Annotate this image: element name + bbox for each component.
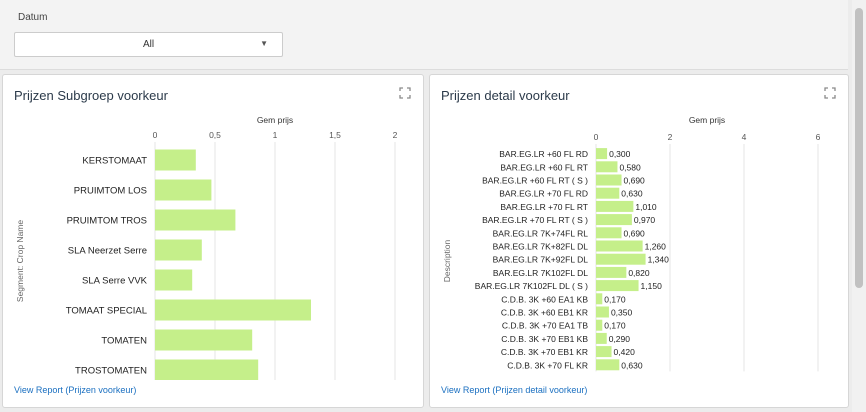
data-label: 0,170 [604,294,626,304]
filter-bar: Datum All ▼ [0,0,848,70]
category-label: BAR.EG.LR +60 FL RD [499,149,588,159]
bar [596,148,608,160]
x-tick-label: 4 [742,132,747,142]
datum-select-value: All [142,39,155,50]
category-label: C.D.B. 3K +70 EB1 KR [501,347,588,357]
category-label: SLA Neerzet Serre [68,246,147,257]
bar [596,214,632,226]
x-tick-label: 1 [273,130,278,140]
category-label: BAR.EG.LR 7K102FL DL ( S ) [475,281,588,291]
bar [155,239,202,261]
category-label: C.D.B. 3K +60 EB1 KR [501,308,588,318]
bar [155,359,259,380]
bar [155,329,253,351]
bar [155,149,196,171]
bar [596,253,646,265]
data-label: 0,690 [624,228,646,238]
data-label: 0,350 [611,308,633,318]
bar [596,306,609,318]
data-label: 0,170 [604,321,626,331]
page-scrollbar[interactable] [852,0,866,412]
data-label: 0,580 [619,162,641,172]
data-label: 1,340 [648,255,670,265]
data-label: 0,820 [628,268,650,278]
bar [596,174,622,186]
data-label: 0,690 [624,176,646,186]
bar [155,179,212,201]
datum-select[interactable]: All ▼ [14,32,283,57]
category-label: BAR.EG.LR +70 FL RT [500,202,588,212]
scrollbar-thumb[interactable] [855,8,863,288]
category-label: C.D.B. 3K +60 EA1 KB [501,294,588,304]
bar [596,293,603,305]
data-label: 0,420 [614,347,636,357]
bar [155,209,236,231]
category-label: PRUIMTOM TROS [67,216,147,227]
y-axis-label: Description [442,239,452,282]
bar [596,187,620,199]
category-label: TOMAAT SPECIAL [66,306,147,317]
category-label: BAR.EG.LR +70 FL RD [499,189,588,199]
bar [596,332,607,344]
category-label: KERSTOMAAT [82,156,147,167]
bar [596,227,622,239]
category-label: TOMATEN [101,336,147,347]
view-report-link[interactable]: View Report (Prijzen detail voorkeur) [441,385,587,395]
x-tick-label: 2 [668,132,673,142]
bar [155,269,193,291]
x-tick-label: 0 [153,130,158,140]
category-label: BAR.EG.LR +60 FL RT ( S ) [482,176,588,186]
category-label: PRUIMTOM LOS [74,186,147,197]
data-label: 0,630 [621,189,643,199]
bar [155,299,311,321]
x-tick-label: 2 [393,130,398,140]
bar [596,359,620,371]
x-tick-label: 1,5 [329,130,341,140]
x-tick-label: 6 [816,132,821,142]
category-label: TROSTOMATEN [75,366,147,377]
category-label: BAR.EG.LR 7K+92FL DL [493,255,589,265]
x-tick-label: 0 [594,132,599,142]
category-label: SLA Serre VVK [82,276,148,287]
data-label: 0,970 [634,215,656,225]
category-label: C.D.B. 3K +70 EA1 TB [502,321,588,331]
category-label: C.D.B. 3K +70 FL KR [507,360,588,370]
chevron-down-icon: ▼ [260,39,268,48]
category-label: BAR.EG.LR 7K+74FL RL [493,228,589,238]
data-label: 0,630 [621,360,643,370]
data-label: 0,300 [609,149,631,159]
category-label: C.D.B. 3K +70 EB1 KB [501,334,588,344]
bar [596,266,627,278]
bar [596,161,618,173]
bar [596,346,612,358]
x-axis-label: Gem prijs [689,115,725,125]
bar [596,280,639,292]
view-report-link[interactable]: View Report (Prijzen voorkeur) [14,385,136,395]
data-label: 1,010 [635,202,657,212]
panel-prijzen-detail: Prijzen detail voorkeur Gem prijs 0 2 4 6 Des… [429,74,849,408]
category-label: BAR.EG.LR 7K102FL DL [493,268,588,278]
bar [596,240,643,252]
data-label: 0,290 [609,334,631,344]
datum-filter-label: Datum [18,12,48,23]
category-label: BAR.EG.LR +60 FL RT [500,162,588,172]
data-label: 1,150 [641,281,663,291]
y-axis-label: Segment: Crop Name [15,220,25,302]
bar [596,200,634,212]
bar [596,319,603,331]
bar-chart-detail: Gem prijs 0 2 4 6 Description BAR.EG.LR +60 FL… [442,115,821,372]
category-label: BAR.EG.LR +70 FL RT ( S ) [482,215,588,225]
data-label: 1,260 [645,242,667,252]
category-label: BAR.EG.LR 7K+82FL DL [493,242,589,252]
x-axis-label: Gem prijs [257,115,293,125]
x-tick-label: 0,5 [209,130,221,140]
bar-chart-subgroep: Gem prijs 0 0,5 1 1,5 2 Segment: Crop Name KERS… [15,115,398,380]
panel-prijzen-subgroep: Prijzen Subgroep voorkeur Gem prijs 0 0,5 1… [2,74,424,408]
